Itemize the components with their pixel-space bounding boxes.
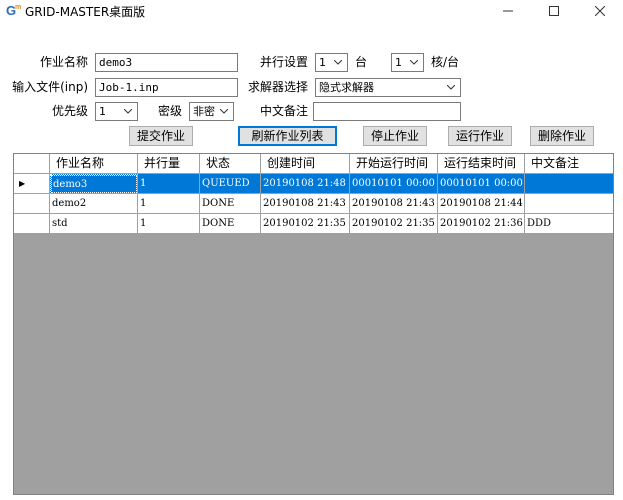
refresh-job-list-button[interactable]: 刷新作业列表 [238,126,337,146]
column-header-parallel[interactable]: 并行量 [138,154,200,174]
column-header-remark[interactable]: 中文备注 [525,154,613,174]
delete-job-button[interactable]: 删除作业 [530,126,594,146]
security-level-label: 密级 [158,104,183,118]
chevron-down-icon [217,104,231,119]
column-header-end-time[interactable]: 运行结束时间 [438,154,525,174]
window-title: GRID-MASTER桌面版 [25,5,146,19]
cell-end-time[interactable]: 00010101 00:00 [438,174,525,194]
column-header-created-time[interactable]: 创建时间 [261,154,350,174]
maximize-button[interactable] [531,0,577,22]
maximize-icon [549,6,559,16]
cell-status[interactable]: DONE [200,214,261,234]
parallel-cores-value: 1 [395,56,402,69]
row-header-cell[interactable] [14,194,50,214]
cell-start-time[interactable]: 20190102 21:35 [350,214,438,234]
submit-job-button[interactable]: 提交作业 [129,126,193,146]
cell-status[interactable]: DONE [200,194,261,214]
parallel-nodes-value: 1 [319,56,326,69]
priority-select[interactable]: 1 [95,102,138,121]
priority-label: 优先级 [51,104,88,118]
solver-select-label: 求解器选择 [247,80,308,94]
job-list-grid[interactable]: 作业名称 并行量 状态 创建时间 开始运行时间 运行结束时间 中文备注 ▶ demo3 1 QUEU… [13,153,614,495]
priority-value: 1 [99,105,106,118]
cores-unit-label: 核/台 [431,55,460,69]
minimize-icon [503,10,513,12]
cell-parallel[interactable]: 1 [138,174,200,194]
chevron-down-icon [407,55,421,70]
cell-end-time[interactable]: 20190108 21:44 [438,194,525,214]
cell-job-name[interactable]: std [50,214,138,234]
cell-start-time[interactable]: 20190108 21:43 [350,194,438,214]
cell-created-time[interactable]: 20190108 21:43 [261,194,350,214]
parallel-settings-label: 并行设置 [259,55,308,69]
close-icon [595,6,605,16]
cell-end-time[interactable]: 20190102 21:36 [438,214,525,234]
chevron-down-icon [444,80,458,95]
row-header-cell[interactable] [14,214,50,234]
cell-remark[interactable] [525,174,613,194]
cell-start-time[interactable]: 00010101 00:00 [350,174,438,194]
close-button[interactable] [577,0,623,22]
job-name-label: 作业名称 [39,55,88,69]
parallel-nodes-select[interactable]: 1 [315,53,348,72]
chevron-down-icon [331,55,345,70]
remark-input[interactable] [313,102,461,121]
cell-remark[interactable]: DDD [525,214,613,234]
input-file-input[interactable]: Job-1.inp [95,78,238,97]
cell-created-time[interactable]: 20190102 21:35 [261,214,350,234]
column-header-status[interactable]: 状态 [200,154,261,174]
chevron-down-icon [121,104,135,119]
row-header-cell[interactable]: ▶ [14,174,50,194]
security-level-value: 非密 [193,105,215,118]
column-header-start-time[interactable]: 开始运行时间 [350,154,438,174]
grid-corner-cell[interactable] [14,154,50,174]
current-row-indicator-icon: ▶ [19,179,26,188]
minimize-button[interactable] [485,0,531,22]
nodes-unit-label: 台 [355,55,368,69]
input-file-label: 输入文件(inp) [12,80,88,94]
column-header-job-name[interactable]: 作业名称 [50,154,138,174]
cell-created-time[interactable]: 20190108 21:48 [261,174,350,194]
cell-job-name[interactable]: demo3 [50,174,138,194]
cell-job-name[interactable]: demo2 [50,194,138,214]
cell-status[interactable]: QUEUED [200,174,261,194]
solver-value: 隐式求解器 [319,81,374,94]
svg-text:m: m [15,4,21,11]
solver-select[interactable]: 隐式求解器 [315,78,461,97]
cell-parallel[interactable]: 1 [138,194,200,214]
parallel-cores-select[interactable]: 1 [391,53,424,72]
cell-remark[interactable] [525,194,613,214]
app-logo-icon: G m [6,2,22,18]
job-name-input[interactable]: demo3 [95,53,238,72]
cell-parallel[interactable]: 1 [138,214,200,234]
run-job-button[interactable]: 运行作业 [448,126,512,146]
remark-label: 中文备注 [259,104,308,118]
security-level-select[interactable]: 非密 [189,102,234,121]
stop-job-button[interactable]: 停止作业 [363,126,427,146]
